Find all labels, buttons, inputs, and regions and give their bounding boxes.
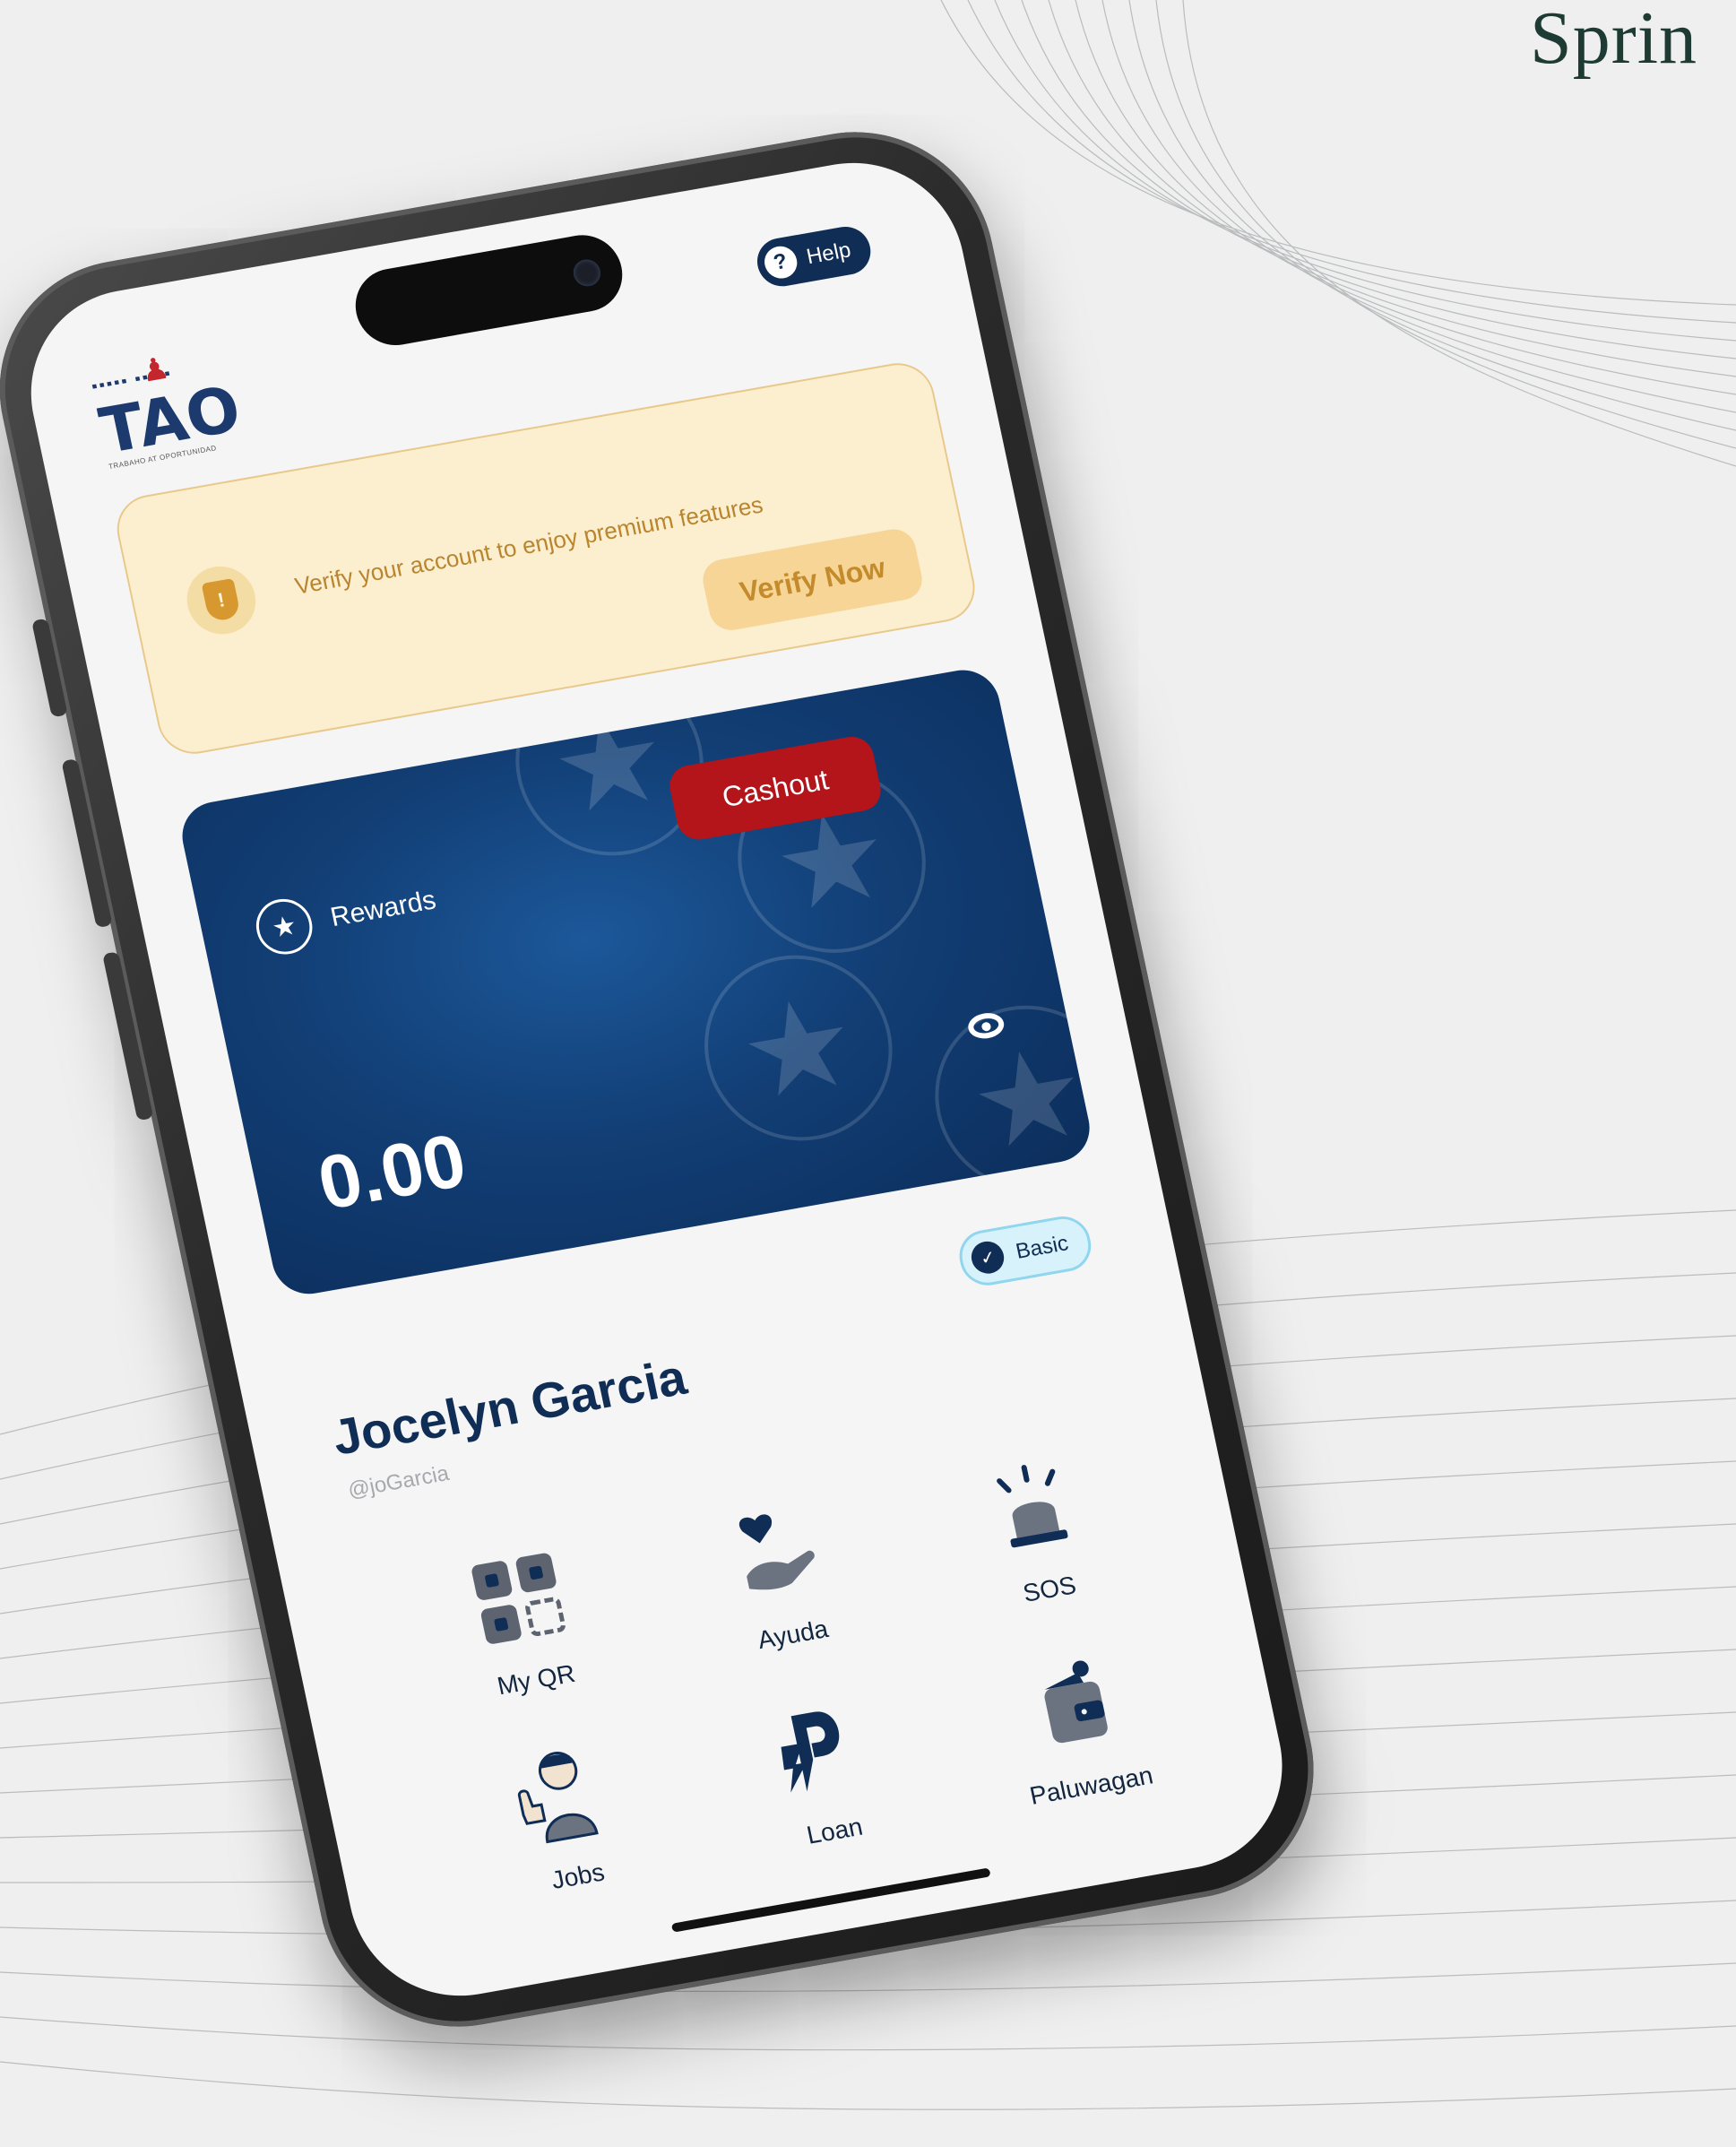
rewards-header: ★ Rewards — [251, 873, 441, 959]
shield-warning-icon: ! — [180, 560, 263, 640]
help-label: Help — [804, 238, 853, 270]
menu-item-paluwagan[interactable]: Paluwagan — [936, 1633, 1223, 1822]
star-coin-decoration: ★ — [918, 991, 1097, 1206]
dynamic-island — [348, 229, 630, 351]
menu-item-ayuda[interactable]: Ayuda — [637, 1483, 925, 1672]
services-menu: My QR Ayuda SOS Jobs Loan Paluwagan — [380, 1437, 1222, 1913]
menu-item-jobs[interactable]: Jobs — [422, 1724, 710, 1913]
menu-label: Loan — [804, 1812, 866, 1849]
siren-icon — [973, 1451, 1091, 1565]
verify-message: Verify your account to enjoy premium fea… — [292, 490, 765, 600]
menu-label: My QR — [495, 1658, 578, 1701]
menu-label: Jobs — [548, 1857, 608, 1895]
tier-label: Basic — [1013, 1231, 1071, 1264]
star-icon: ★ — [251, 895, 318, 959]
app-logo: ▪▪▪▪▪ ▪▪▪▪▪ ♟ TAO TRABAHO AT OPORTUNIDAD — [90, 347, 286, 471]
check-icon: ✓ — [968, 1238, 1007, 1277]
heart-hand-icon — [717, 1496, 834, 1610]
question-icon: ? — [761, 243, 800, 281]
worker-thumbs-up-icon — [502, 1738, 619, 1852]
verify-now-button[interactable]: Verify Now — [698, 525, 927, 634]
menu-item-my-qr[interactable]: My QR — [380, 1528, 668, 1717]
loan-logo-icon — [758, 1692, 876, 1806]
star-coin-decoration: ★ — [687, 940, 910, 1156]
rewards-card: ★ ★ ★ ★ ★ Rewards Cashout 0.00 — [176, 664, 1097, 1300]
menu-label: Ayuda — [755, 1615, 831, 1655]
qr-code-icon — [460, 1542, 577, 1656]
help-button[interactable]: ? Help — [752, 222, 876, 290]
wallet-icon — [1015, 1648, 1133, 1762]
home-indicator — [670, 1867, 991, 1933]
brand-wordmark: Sprin — [1530, 0, 1698, 80]
menu-label: SOS — [1020, 1571, 1079, 1607]
rewards-label: Rewards — [327, 885, 439, 933]
rewards-balance: 0.00 — [310, 1117, 473, 1225]
menu-label: Paluwagan — [1027, 1761, 1156, 1810]
profile-name: Jocelyn Garcia — [327, 1347, 692, 1466]
shield-icon: ! — [201, 577, 242, 623]
menu-item-loan[interactable]: Loan — [678, 1679, 966, 1868]
account-tier-badge: ✓ Basic — [954, 1212, 1096, 1290]
profile-handle: @joGarcia — [345, 1461, 452, 1503]
menu-item-sos[interactable]: SOS — [894, 1437, 1181, 1626]
front-camera-icon — [571, 257, 603, 289]
